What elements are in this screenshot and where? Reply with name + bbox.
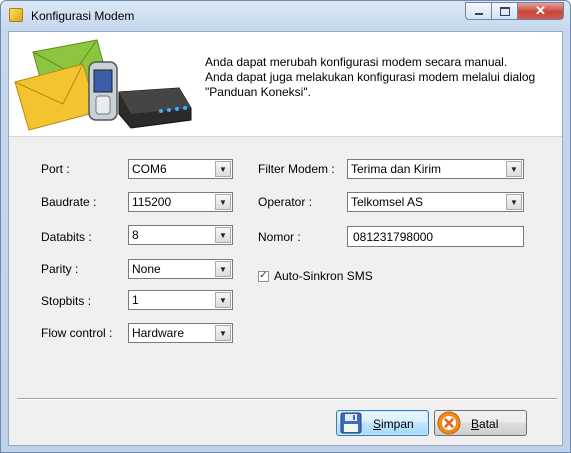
cancel-button-label: Batal [471, 417, 499, 431]
parity-value: None [132, 262, 161, 276]
databits-select[interactable]: 8 ▼ [128, 225, 233, 245]
chevron-down-icon[interactable]: ▼ [215, 227, 231, 243]
flow-control-select[interactable]: Hardware ▼ [128, 323, 233, 343]
cancel-x-icon [437, 411, 461, 435]
parity-select[interactable]: None ▼ [128, 259, 233, 279]
banner-line: Anda dapat merubah konfigurasi modem sec… [205, 55, 508, 69]
chevron-down-icon[interactable]: ▼ [215, 292, 231, 308]
dialog-content: Anda dapat merubah konfigurasi modem sec… [8, 31, 563, 446]
databits-label: Databits : [41, 230, 92, 244]
databits-value: 8 [132, 228, 139, 242]
window-controls: ✕ [465, 2, 564, 20]
stopbits-value: 1 [132, 293, 139, 307]
flow-control-value: Hardware [132, 326, 185, 340]
close-icon: ✕ [535, 3, 546, 18]
auto-sync-checkbox[interactable]: ✓ Auto-Sinkron SMS [258, 269, 373, 283]
parity-label: Parity : [41, 262, 79, 276]
chevron-down-icon[interactable]: ▼ [215, 194, 231, 210]
nomor-input[interactable]: 081231798000 [347, 226, 524, 247]
separator [17, 398, 557, 400]
chevron-down-icon[interactable]: ▼ [215, 325, 231, 341]
close-button[interactable]: ✕ [518, 2, 564, 20]
filter-modem-value: Terima dan Kirim [351, 162, 442, 176]
flow-control-label: Flow control : [41, 326, 113, 340]
baudrate-label: Baudrate : [41, 195, 97, 209]
banner-description: Anda dapat merubah konfigurasi modem sec… [205, 55, 550, 100]
title-bar[interactable]: Konfigurasi Modem ✕ [1, 1, 570, 31]
nomor-value: 081231798000 [353, 230, 434, 244]
banner-line: "Panduan Koneksi". [205, 85, 311, 99]
floppy-disk-icon [340, 412, 362, 434]
baudrate-select[interactable]: 115200 ▼ [128, 192, 233, 212]
operator-label: Operator : [258, 195, 313, 209]
nomor-label: Nomor : [258, 230, 301, 244]
port-select[interactable]: COM6 ▼ [128, 159, 233, 179]
filter-modem-select[interactable]: Terima dan Kirim ▼ [347, 159, 524, 179]
stopbits-label: Stopbits : [41, 294, 92, 308]
auto-sync-label: Auto-Sinkron SMS [274, 269, 373, 283]
port-value: COM6 [132, 162, 167, 176]
window: Konfigurasi Modem ✕ Anda dapat merubah k… [0, 0, 571, 453]
chevron-down-icon[interactable]: ▼ [506, 161, 522, 177]
minimize-icon [474, 13, 483, 15]
header-banner: Anda dapat merubah konfigurasi modem sec… [9, 32, 562, 137]
window-title: Konfigurasi Modem [31, 9, 135, 23]
maximize-icon [499, 6, 510, 16]
cancel-button[interactable]: Batal [434, 410, 527, 436]
baudrate-value: 115200 [132, 195, 172, 209]
filter-modem-label: Filter Modem : [258, 162, 335, 176]
chevron-down-icon[interactable]: ▼ [215, 261, 231, 277]
minimize-button[interactable] [465, 2, 492, 20]
operator-value: Telkomsel AS [351, 195, 424, 209]
maximize-button[interactable] [492, 2, 518, 20]
operator-select[interactable]: Telkomsel AS ▼ [347, 192, 524, 212]
app-icon [9, 8, 23, 22]
chevron-down-icon[interactable]: ▼ [215, 161, 231, 177]
checkmark-icon[interactable]: ✓ [258, 270, 269, 282]
stopbits-select[interactable]: 1 ▼ [128, 290, 233, 310]
port-label: Port : [41, 162, 70, 176]
save-button-label: Simpan [373, 417, 414, 431]
chevron-down-icon[interactable]: ▼ [506, 194, 522, 210]
save-button[interactable]: Simpan [336, 410, 429, 436]
envelopes-phone-modem-icon [14, 39, 192, 131]
banner-line: Anda dapat juga melakukan konfigurasi mo… [205, 70, 536, 84]
